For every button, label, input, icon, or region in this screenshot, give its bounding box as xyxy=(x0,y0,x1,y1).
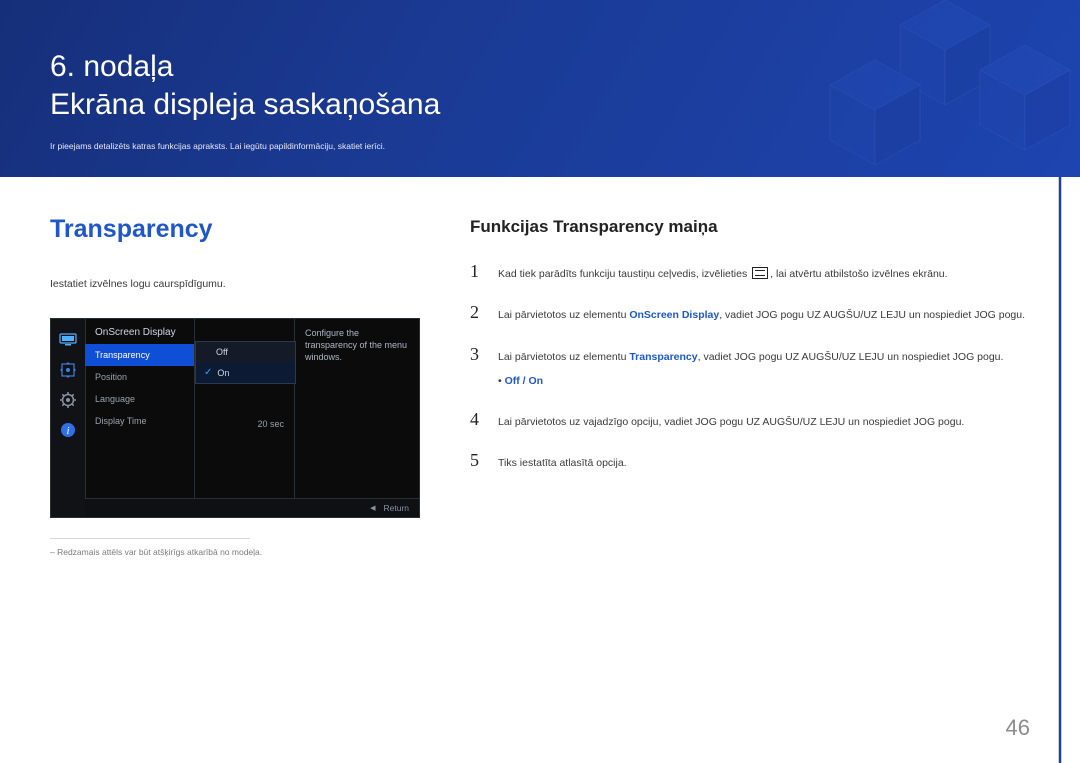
page-number: 46 xyxy=(1006,715,1030,741)
osd-menu-column: OnScreen Display Transparency Position L… xyxy=(85,319,195,499)
step-1: 1 Kad tiek parādīts funkciju taustiņu ce… xyxy=(470,261,1030,282)
step-body: Lai pārvietotos uz vajadzīgo opciju, vad… xyxy=(498,414,1030,430)
step-number: 1 xyxy=(470,261,484,282)
grid-icon xyxy=(59,361,77,379)
menu-icon xyxy=(752,267,768,279)
osd-value-displaytime: 20 sec xyxy=(195,413,294,436)
osd-sub-off: Off xyxy=(196,342,295,362)
right-heading: Funkcijas Transparency maiņa xyxy=(470,217,1030,237)
section-description: Iestatiet izvēlnes logu caurspīdīgumu. xyxy=(50,278,420,290)
nav-left-icon: ◀ xyxy=(370,504,375,512)
step-4: 4 Lai pārvietotos uz vajadzīgo opciju, v… xyxy=(470,409,1030,430)
osd-row-position: Position xyxy=(85,366,194,388)
step-2: 2 Lai pārvietotos uz elementu OnScreen D… xyxy=(470,302,1030,323)
monitor-icon xyxy=(59,331,77,349)
osd-footer: ◀ Return xyxy=(85,498,419,517)
osd-sub-on: ✓On xyxy=(196,362,295,383)
section-heading-transparency: Transparency xyxy=(50,215,420,244)
step-number: 5 xyxy=(470,450,484,471)
osd-submenu: Off ✓On xyxy=(195,341,296,384)
check-icon: ✓ xyxy=(204,367,212,378)
chapter-number: 6. nodaļa xyxy=(50,50,173,83)
osd-mockup: i OnScreen Display Transparency Position… xyxy=(50,318,420,518)
step-body: Kad tiek parādīts funkciju taustiņu ceļv… xyxy=(498,266,1030,282)
osd-value-column: Off ✓On 20 sec xyxy=(195,319,295,499)
osd-footer-label: Return xyxy=(383,503,409,513)
step-5: 5 Tiks iestatīta atlasītā opcija. xyxy=(470,450,1030,471)
chapter-subtext: Ir pieejams detalizēts katras funkcijas … xyxy=(50,141,1080,151)
osd-help-text: Configure the transparency of the menu w… xyxy=(295,319,419,499)
step-body: Lai pārvietotos uz elementu Transparency… xyxy=(498,349,1030,390)
step-number: 4 xyxy=(470,409,484,430)
step-number: 3 xyxy=(470,344,484,365)
osd-sidebar: i xyxy=(51,319,86,517)
chapter-title: 6. nodaļa Ekrāna displeja saskaņošana xyxy=(50,48,1080,123)
step-number: 2 xyxy=(470,302,484,323)
step-options: Off / On xyxy=(498,373,1030,389)
step-3: 3 Lai pārvietotos uz elementu Transparen… xyxy=(470,344,1030,390)
footnote-divider xyxy=(50,538,250,539)
info-icon: i xyxy=(59,421,77,439)
chapter-heading: Ekrāna displeja saskaņošana xyxy=(50,88,440,121)
chapter-hero: 6. nodaļa Ekrāna displeja saskaņošana Ir… xyxy=(0,0,1080,177)
step-body: Tiks iestatīta atlasītā opcija. xyxy=(498,455,1030,471)
osd-row-transparency: Transparency xyxy=(85,344,194,366)
osd-row-language: Language xyxy=(85,388,194,410)
svg-text:i: i xyxy=(66,425,69,437)
footnote: Redzamais attēls var būt atšķirīgs atkar… xyxy=(50,547,420,557)
step-body: Lai pārvietotos uz elementu OnScreen Dis… xyxy=(498,307,1030,323)
gear-icon xyxy=(59,391,77,409)
osd-panel-title: OnScreen Display xyxy=(85,319,194,344)
osd-row-displaytime: Display Time xyxy=(85,410,194,432)
